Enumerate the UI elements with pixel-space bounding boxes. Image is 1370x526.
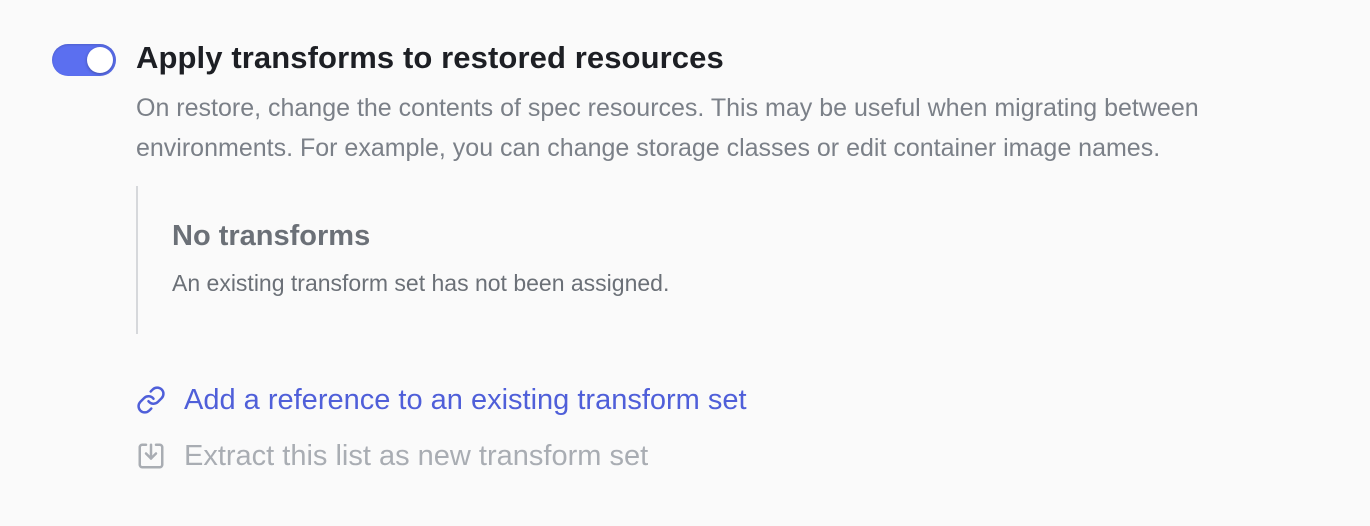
empty-state-title: No transforms [172, 220, 371, 252]
transforms-empty-state: No transforms An existing transform set … [136, 186, 838, 334]
setting-title: Apply transforms to restored resources [136, 40, 724, 75]
extract-label: Extract this list as new transform set [184, 439, 649, 472]
setting-description: On restore, change the contents of spec … [136, 94, 1199, 162]
download-icon [136, 441, 166, 471]
add-reference-link[interactable]: Add a reference to an existing transform… [136, 380, 747, 420]
apply-transforms-toggle[interactable] [52, 44, 116, 76]
extract-transform-set-button[interactable]: Extract this list as new transform set [136, 436, 648, 476]
link-icon [136, 385, 166, 415]
toggle-knob [87, 47, 113, 73]
empty-state-message: An existing transform set has not been a… [172, 270, 670, 296]
add-reference-label: Add a reference to an existing transform… [184, 383, 747, 416]
